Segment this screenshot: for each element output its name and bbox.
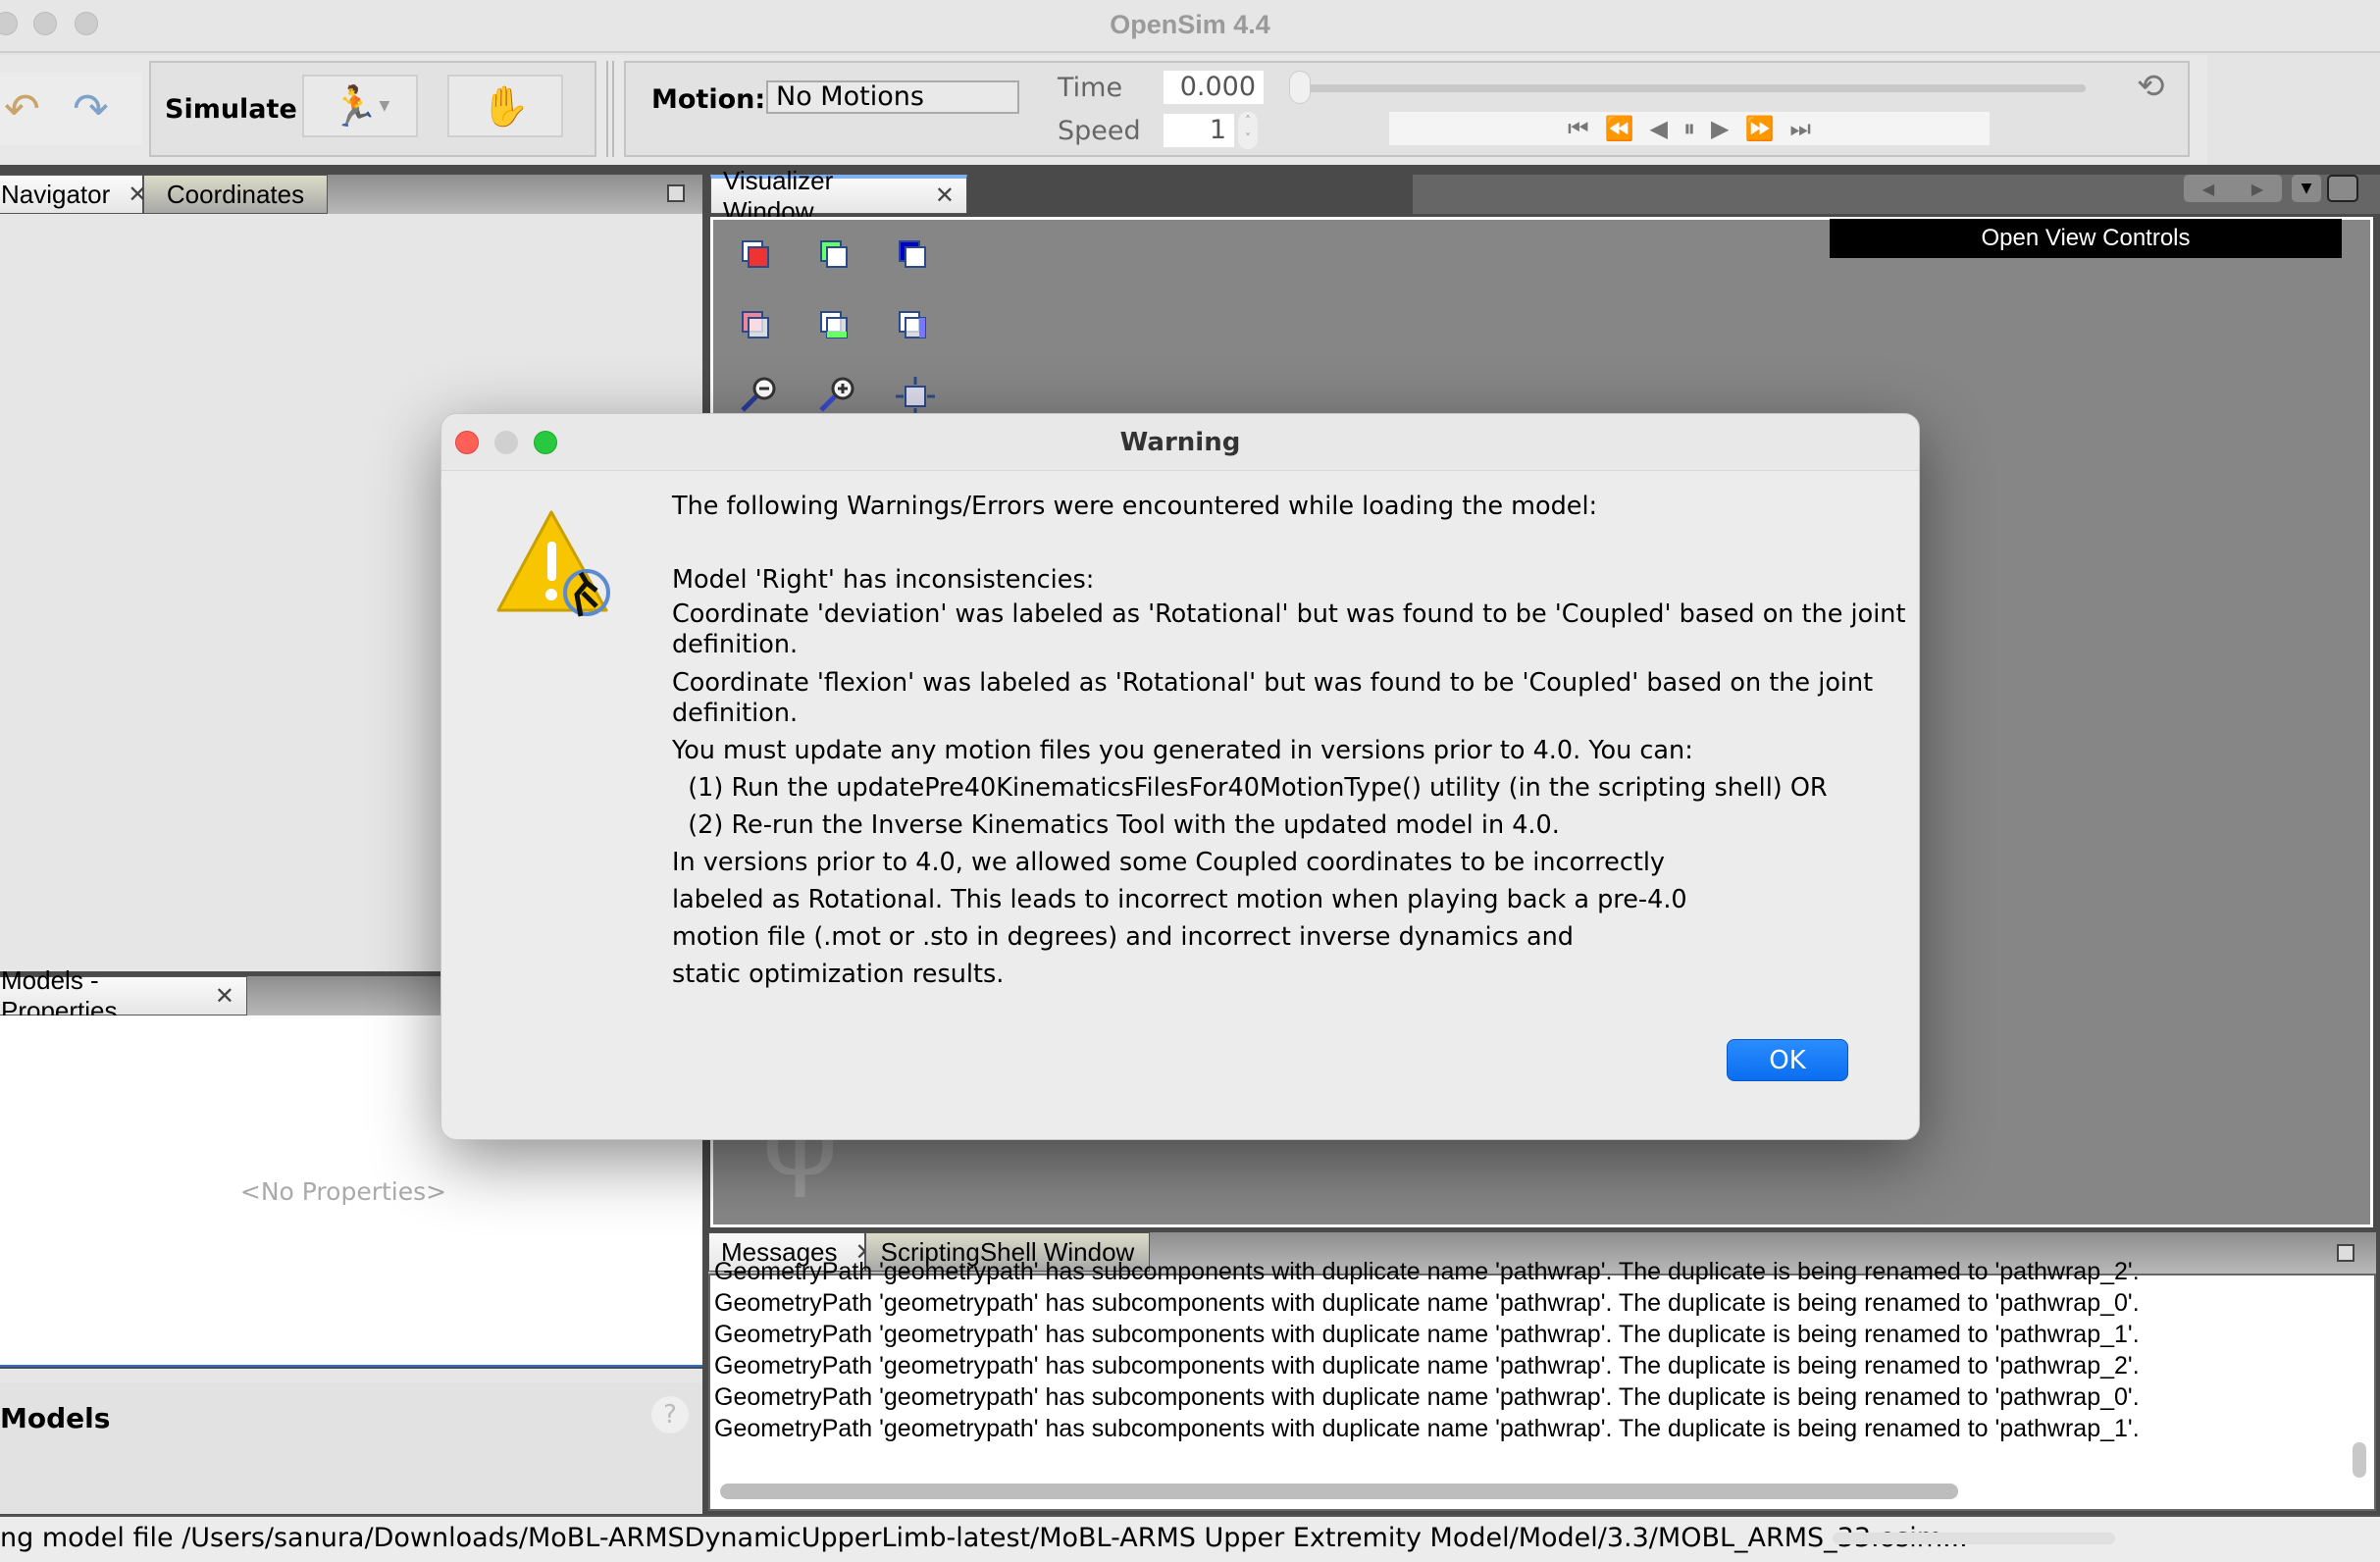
dialog-line: Coordinate 'deviation' was labeled as 'R… <box>672 599 1906 629</box>
maximize-panel-icon[interactable] <box>2327 175 2358 202</box>
toolbar: ↶ ↷ Simulate 🏃 ▼ ✋ Motion: No Motions Tim… <box>0 55 2207 165</box>
dialog-minimize-button <box>494 431 518 454</box>
tab-label: Navigator <box>1 179 111 209</box>
dropdown-arrow-icon: ▼ <box>379 98 390 114</box>
tab-scroll-buttons[interactable]: ◀ ▶ <box>2184 175 2282 202</box>
scroll-left-icon[interactable]: ◀ <box>2202 180 2214 198</box>
motion-select[interactable]: No Motions <box>766 80 1019 114</box>
dialog-title: Warning <box>441 414 1919 471</box>
messages-list: GeometryPath 'geometrypath' has subcompo… <box>710 1256 2374 1452</box>
horizontal-scrollbar[interactable] <box>720 1484 1958 1499</box>
time-slider[interactable] <box>1301 84 2086 92</box>
view-right-icon[interactable] <box>896 308 929 341</box>
window-title: OpenSim 4.4 <box>1110 10 1270 39</box>
dialog-line: In versions prior to 4.0, we allowed som… <box>672 848 1666 877</box>
zoom-out-icon[interactable] <box>739 375 778 414</box>
view-left-icon[interactable] <box>896 237 929 271</box>
motion-group: Motion: No Motions Time Speed 0.000 1 ˄ ˅… <box>624 61 2190 157</box>
hand-icon: ✋ <box>481 83 530 130</box>
dialog-line: You must update any motion files you gen… <box>672 736 1693 765</box>
view-top-icon[interactable] <box>817 237 851 271</box>
dialog-line: (1) Run the updatePre40KinematicsFilesFo… <box>672 773 1828 803</box>
help-button[interactable]: ? <box>651 1396 689 1433</box>
dialog-line: definition. <box>672 630 799 659</box>
minimize-panel-icon[interactable] <box>667 184 685 202</box>
pause-icon[interactable]: ⏸ <box>1683 112 1695 145</box>
play-reverse-icon[interactable]: ◀ <box>1650 112 1668 145</box>
time-slider-thumb[interactable] <box>1289 71 1311 104</box>
dialog-line: static optimization results. <box>672 960 1005 989</box>
dialog-line: Model 'Right' has inconsistencies: <box>672 565 1095 595</box>
open-view-controls-button[interactable]: Open View Controls <box>1830 219 2342 258</box>
tab-list-dropdown[interactable]: ▼ <box>2292 175 2321 202</box>
first-frame-icon[interactable]: ⏮ <box>1568 112 1589 145</box>
dialog-line: motion file (.mot or .sto in degrees) an… <box>672 922 1574 952</box>
dialog-close-button[interactable] <box>455 431 479 454</box>
speed-field[interactable]: 1 <box>1164 114 1234 147</box>
view-bottom-icon[interactable] <box>817 308 851 341</box>
speed-stepper[interactable]: ˄ ˅ <box>1238 112 1258 149</box>
progress-bar <box>1833 1533 2115 1544</box>
message-line: GeometryPath 'geometrypath' has subcompo… <box>714 1289 2140 1317</box>
status-text: ng model file /Users/sanura/Downloads/Mo… <box>0 1523 1968 1553</box>
scroll-right-icon[interactable]: ▶ <box>2251 180 2263 198</box>
dialog-zoom-button[interactable] <box>534 431 557 454</box>
step-back-icon[interactable]: ⏪ <box>1605 112 1634 145</box>
last-frame-icon[interactable]: ⏭ <box>1789 112 1811 145</box>
message-line: GeometryPath 'geometrypath' has subcompo… <box>714 1352 2140 1380</box>
close-icon[interactable]: ✕ <box>215 982 234 1011</box>
stop-simulation-button[interactable]: ✋ <box>447 75 563 137</box>
warning-icon <box>496 510 610 617</box>
dialog-line: definition. <box>672 699 799 728</box>
view-front-icon[interactable] <box>739 237 772 271</box>
close-icon[interactable]: ✕ <box>935 182 955 210</box>
message-line: GeometryPath 'geometrypath' has subcompo… <box>714 1383 2140 1411</box>
motion-label: Motion: <box>651 84 766 115</box>
speed-label: Speed <box>1058 116 1141 146</box>
tab-visualizer-window[interactable]: Visualizer Window ✕ <box>710 166 967 226</box>
time-label: Time <box>1058 73 1123 103</box>
message-line: GeometryPath 'geometrypath' has subcompo… <box>714 1321 2140 1348</box>
message-line: GeometryPath 'geometrypath' has subcompo… <box>714 1415 2140 1442</box>
undo-redo-group: ↶ ↷ <box>0 73 142 145</box>
warning-dialog: Warning The following Warnings/Errors we… <box>440 413 1920 1140</box>
status-bar: ng model file /Users/sanura/Downloads/Mo… <box>0 1515 2380 1562</box>
playback-controls: ⏮ ⏪ ◀ ⏸ ▶ ⏩ ⏭ <box>1389 112 1990 145</box>
dialog-line: Coordinate 'flexion' was labeled as 'Rot… <box>672 668 1874 698</box>
dialog-line: (2) Re-run the Inverse Kinematics Tool w… <box>672 810 1560 840</box>
view-back-icon[interactable] <box>739 308 772 341</box>
tab-models-properties[interactable]: Models - Properties ✕ <box>0 965 247 1025</box>
play-icon[interactable]: ▶ <box>1711 112 1729 145</box>
models-help-panel: Models ? <box>0 1369 702 1514</box>
undo-icon[interactable]: ↶ <box>4 84 40 134</box>
ok-button[interactable]: OK <box>1727 1039 1848 1081</box>
message-line: GeometryPath 'geometrypath' has subcompo… <box>714 1258 2140 1285</box>
dialog-line: The following Warnings/Errors were encou… <box>672 492 1598 521</box>
zoom-in-icon[interactable] <box>817 375 856 414</box>
dialog-line: labeled as Rotational. This leads to inc… <box>672 885 1687 914</box>
loop-icon[interactable]: ⟲ <box>2137 67 2165 106</box>
running-man-icon: 🏃 <box>330 83 380 130</box>
tab-coordinates[interactable]: Coordinates <box>143 175 328 214</box>
tab-navigator[interactable]: Navigator ✕ <box>0 175 147 214</box>
no-properties-label: <No Properties> <box>239 1177 447 1206</box>
simulate-group: Simulate 🏃 ▼ ✋ <box>149 61 596 157</box>
tab-label: Coordinates <box>166 179 305 209</box>
toolbar-separator <box>606 61 614 157</box>
run-simulation-button[interactable]: 🏃 ▼ <box>302 75 418 137</box>
fit-view-icon[interactable] <box>894 375 937 418</box>
messages-log[interactable]: GeometryPath 'geometrypath' has subcompo… <box>708 1258 2376 1511</box>
time-field[interactable]: 0.000 <box>1164 71 1264 104</box>
simulate-label: Simulate <box>165 94 297 125</box>
redo-icon[interactable]: ↷ <box>73 84 109 134</box>
step-forward-icon[interactable]: ⏩ <box>1744 112 1774 145</box>
models-title: Models <box>0 1402 111 1434</box>
title-bar: OpenSim 4.4 <box>0 0 2380 53</box>
vertical-scrollbar[interactable] <box>2353 1442 2366 1478</box>
